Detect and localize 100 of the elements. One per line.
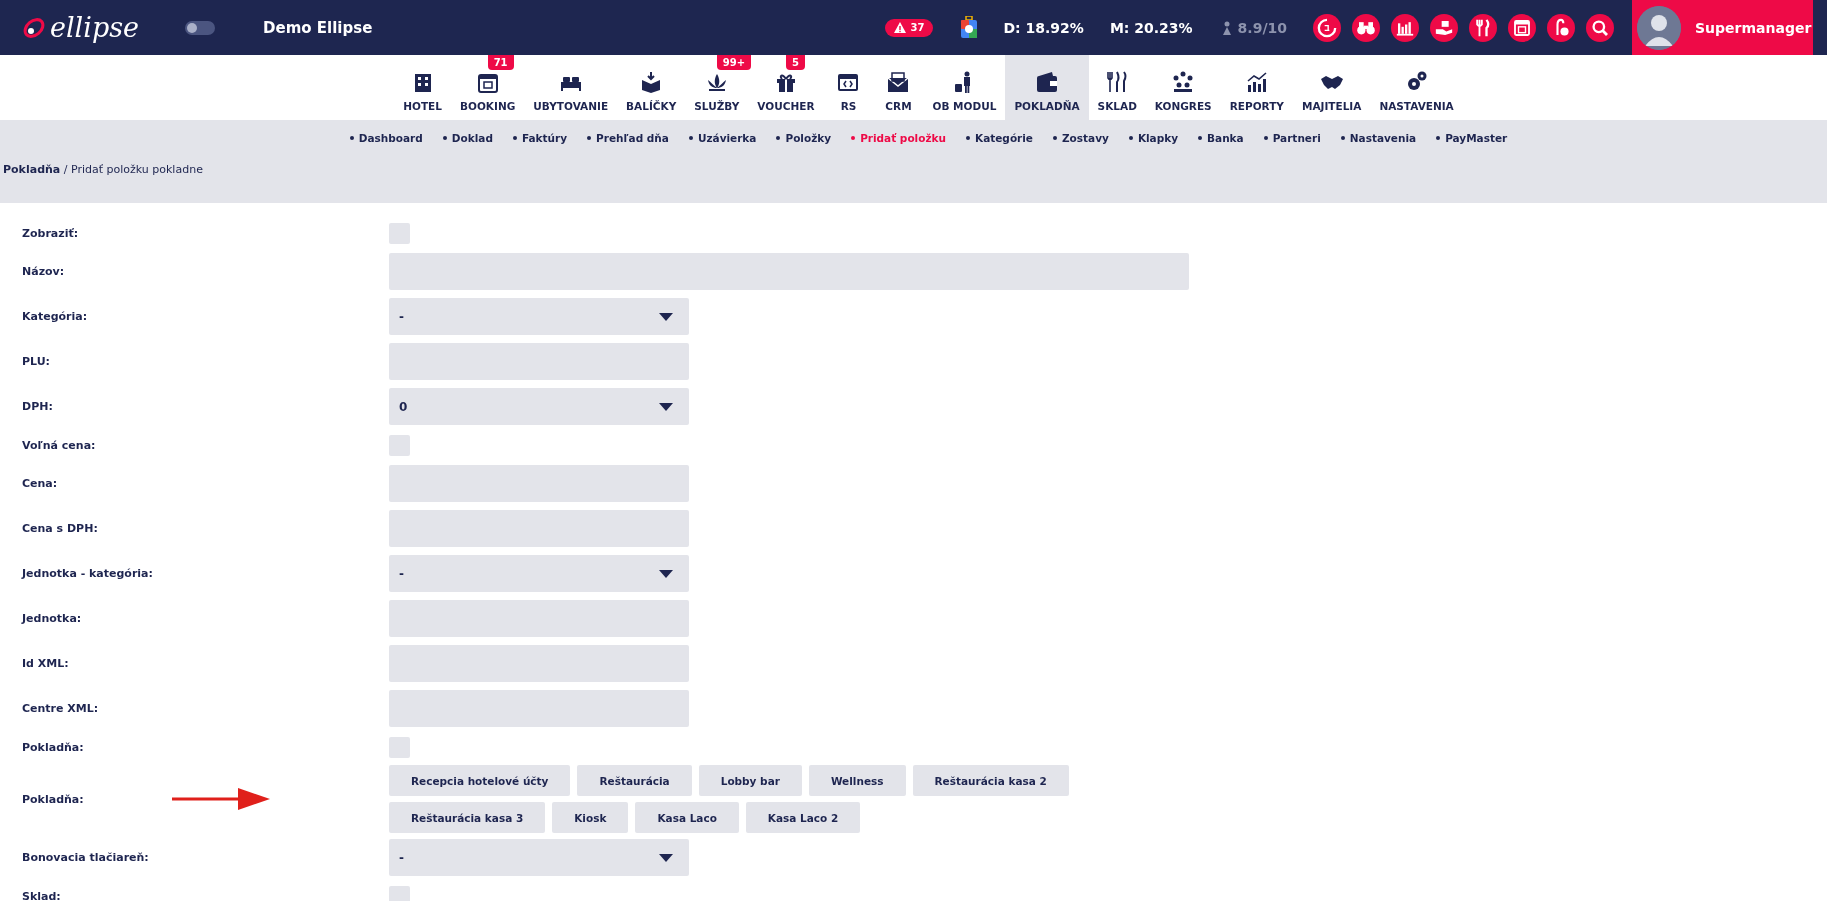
checkbox[interactable]: [389, 222, 410, 244]
subnav-link[interactable]: Kategórie: [975, 132, 1033, 144]
field-label: Cena:: [22, 477, 59, 490]
bullet-icon: [587, 136, 592, 140]
nav-tab[interactable]: CRM: [873, 55, 924, 120]
subnav-link[interactable]: Uzávierka: [697, 132, 757, 144]
bullet-icon: [349, 136, 354, 140]
dropdown[interactable]: 0: [389, 388, 689, 425]
toggle-switch[interactable]: [185, 20, 215, 35]
text-field[interactable]: [389, 343, 689, 380]
calendar-icon[interactable]: [1508, 13, 1536, 42]
option-button[interactable]: Kasa Laco 2: [745, 802, 861, 833]
caret-icon: [659, 402, 673, 411]
field-label: Centre XML:: [22, 702, 100, 715]
nav-tab[interactable]: POKLADŇA: [1005, 55, 1089, 120]
nav-tab[interactable]: SLUŽBY 99+: [685, 55, 749, 120]
text-field[interactable]: [389, 253, 1189, 290]
bullet-icon: [966, 136, 970, 140]
option-button[interactable]: Lobby bar: [698, 765, 802, 796]
person-icon: [1220, 20, 1233, 35]
field-label: Voľná cena:: [22, 438, 97, 452]
subnav-link[interactable]: Partneri: [1272, 132, 1321, 144]
field-label: Id XML:: [22, 657, 70, 670]
nav-tab[interactable]: SKLAD: [1088, 55, 1146, 120]
option-button[interactable]: Reštaurácia kasa 3: [389, 802, 546, 833]
option-button[interactable]: Reštaurácia: [577, 765, 692, 796]
nav-tab[interactable]: OB MODUL: [923, 55, 1006, 120]
field-label: PLU:: [22, 355, 51, 368]
field-label: DPH:: [22, 400, 54, 413]
search-icon[interactable]: [1586, 13, 1614, 42]
bullet-icon: [1263, 136, 1268, 140]
field-label: Zobraziť:: [22, 226, 80, 240]
user-menu[interactable]: Supermanager: [1632, 0, 1813, 55]
avatar-icon: [1637, 5, 1681, 50]
alert-badge[interactable]: 37: [884, 18, 934, 37]
checkbox[interactable]: [389, 434, 410, 456]
bullet-icon: [512, 136, 517, 140]
subnav-link[interactable]: Položky: [785, 132, 832, 144]
field-label: Pokladňa:: [22, 792, 85, 806]
dropdown[interactable]: -: [389, 839, 689, 876]
subnav-link[interactable]: Klapky: [1137, 132, 1179, 144]
nav-tab[interactable]: NASTAVENIA: [1370, 55, 1463, 120]
option-button[interactable]: Recepcia hotelové účty: [389, 765, 571, 796]
subnav-link[interactable]: Doklad: [451, 132, 493, 144]
bullet-icon: [1198, 136, 1203, 140]
nav-tab[interactable]: MAJITELIA: [1292, 55, 1371, 120]
caret-icon: [659, 853, 673, 862]
text-field[interactable]: [389, 600, 689, 637]
option-button[interactable]: Kiosk: [552, 802, 629, 833]
subnav-link[interactable]: Dashboard: [358, 132, 423, 144]
option-button[interactable]: Reštaurácia kasa 2: [912, 765, 1069, 796]
nav-tab[interactable]: KONGRES: [1145, 55, 1221, 120]
field-label: Cena s DPH:: [22, 522, 99, 535]
hand-gift-icon[interactable]: [1430, 13, 1458, 42]
dropdown[interactable]: -: [389, 555, 689, 592]
text-field[interactable]: [389, 690, 689, 727]
count-badge: 71: [487, 55, 514, 70]
bullet-icon: [1053, 136, 1057, 140]
binoculars-icon[interactable]: [1352, 13, 1380, 42]
subnav-link[interactable]: PayMaster: [1445, 132, 1508, 144]
bullet-icon: [1340, 136, 1345, 140]
logo[interactable]: ellipse: [22, 12, 139, 43]
nav-tab[interactable]: REPORTY: [1220, 55, 1293, 120]
bullet-icon: [688, 136, 693, 140]
field-label: Pokladňa:: [22, 740, 85, 754]
nav-tab[interactable]: HOTEL: [394, 55, 451, 120]
field-label: Názov:: [22, 265, 66, 278]
text-field[interactable]: [389, 645, 689, 682]
field-label: Sklad:: [22, 889, 62, 901]
subnav-link[interactable]: Faktúry: [521, 132, 568, 144]
checkbox[interactable]: [389, 885, 410, 901]
subnav-link[interactable]: Prehľad dňa: [596, 132, 669, 144]
caret-icon: [659, 312, 673, 321]
text-field[interactable]: [389, 510, 689, 547]
bullet-icon: [776, 136, 781, 140]
nav-tab[interactable]: BALÍČKY: [617, 55, 686, 120]
text-field[interactable]: [389, 465, 689, 502]
bullet-icon: [442, 136, 447, 140]
subnav-link[interactable]: Banka: [1207, 132, 1244, 144]
rating-text: 8.9/10: [1237, 19, 1287, 36]
option-button[interactable]: Wellness: [808, 765, 906, 796]
luggage-icon[interactable]: [961, 15, 978, 40]
bullet-icon: [1436, 136, 1441, 140]
dropdown[interactable]: -: [389, 298, 689, 335]
subnav-link[interactable]: Zostavy: [1062, 132, 1109, 144]
bar-chart-icon[interactable]: [1391, 13, 1419, 42]
cutlery-icon[interactable]: [1469, 13, 1497, 42]
nav-tab[interactable]: RS: [823, 55, 874, 120]
nav-icon: [1035, 70, 1059, 94]
option-button[interactable]: Kasa Laco: [635, 802, 739, 833]
caret-icon: [659, 569, 673, 578]
checkbox[interactable]: [389, 736, 410, 758]
breadcrumb: Pokladňa / Pridať položku pokladne: [3, 163, 204, 176]
count-badge: 5: [785, 55, 805, 70]
nav-tab[interactable]: BOOKING 71: [451, 55, 525, 120]
nav-tab[interactable]: UBYTOVANIE: [524, 55, 618, 120]
clock-24-icon[interactable]: [1313, 13, 1341, 42]
subnav-link[interactable]: Nastavenia: [1349, 132, 1417, 144]
stat-text: D: 18.92%: [1003, 19, 1084, 36]
bullet-icon: [851, 136, 856, 140]
